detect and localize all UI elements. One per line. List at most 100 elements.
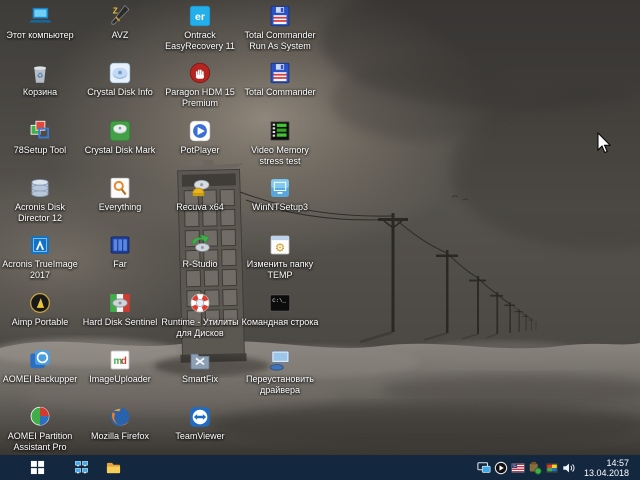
desktop-icon-label: Изменить папку TEMP — [240, 259, 320, 281]
tray-network-status[interactable] — [476, 460, 492, 476]
desktop-icon-label: Runtime - Утилиты для Дисков — [160, 317, 240, 339]
desktop-icon-label: 78Setup Tool — [0, 145, 80, 156]
desktop-icon-crystal-info[interactable]: Crystal Disk Info — [80, 60, 160, 98]
desktop-icon-floppy[interactable]: Total Commander Run As System — [240, 3, 320, 52]
network-computers-icon — [74, 460, 89, 475]
desktop-icon-paragon[interactable]: Paragon HDM 15 Premium — [160, 60, 240, 109]
aomei-pa-icon — [27, 404, 53, 430]
folder-icon — [106, 460, 121, 475]
desktop-icon-label: TeamViewer — [160, 431, 240, 442]
start-button[interactable] — [22, 455, 52, 480]
screen: Этот компьютер Корзина 78Setup Tool Acro… — [0, 0, 640, 480]
desktop-icon-imageuploader[interactable]: ImageUploader — [80, 347, 160, 385]
desktop-icon-label: Video Memory stress test — [240, 145, 320, 167]
far-icon — [107, 232, 133, 258]
this-pc-icon — [27, 3, 53, 29]
desktop-icon-smartfix[interactable]: SmartFix — [160, 347, 240, 385]
desktop-icon-label: Переустановить драйвера — [240, 374, 320, 396]
desktop-icon-film[interactable]: Video Memory stress test — [240, 118, 320, 167]
desktop-icon-far[interactable]: Far — [80, 232, 160, 270]
desktop-icon-label: AOMEI Partition Assistant Pro — [0, 431, 80, 453]
rstudio-icon — [187, 232, 213, 258]
desktop-icon-recycle-bin[interactable]: Корзина — [0, 60, 80, 98]
usb-device-icon — [528, 461, 542, 475]
crystal-mark-icon — [107, 118, 133, 144]
play-circle-icon — [494, 461, 508, 475]
desktop-icon-this-pc[interactable]: Этот компьютер — [0, 3, 80, 41]
teamviewer-icon — [187, 404, 213, 430]
desktop-icon-temp-gear[interactable]: Изменить папку TEMP — [240, 232, 320, 281]
desktop-icon-label: Корзина — [0, 87, 80, 98]
desktop-icon-aomei-pa[interactable]: AOMEI Partition Assistant Pro — [0, 404, 80, 453]
tray-display-icon — [477, 461, 491, 475]
desktop-icon-everything[interactable]: Everything — [80, 175, 160, 213]
desktop-icon-label: AOMEI Backupper — [0, 374, 80, 385]
desktop-icon-aimp[interactable]: Aimp Portable — [0, 290, 80, 328]
clock-time: 14:57 — [584, 458, 629, 468]
desktop-icon-easyrecovery[interactable]: Ontrack EasyRecovery 11 Enterprise — [160, 3, 240, 53]
aimp-icon — [27, 290, 53, 316]
desktop-icon-label: Acronis Disk Director 12 — [0, 202, 80, 224]
desktop-icon-crystal-mark[interactable]: Crystal Disk Mark — [80, 118, 160, 156]
easyrecovery-icon — [187, 3, 213, 29]
desktop-icon-drivers[interactable]: Переустановить драйвера — [240, 347, 320, 396]
desktop-icon-hdsentinel[interactable]: Hard Disk Sentinel — [80, 290, 160, 328]
acronis-ti-icon — [27, 232, 53, 258]
desktop-icon-label: Этот компьютер — [0, 30, 80, 41]
us-flag-icon — [511, 461, 525, 475]
desktop-icon-avz[interactable]: AVZ — [80, 3, 160, 41]
taskbar: 14:5713.04.2018 — [0, 455, 640, 480]
desktop-icon-setup-tool[interactable]: 78Setup Tool — [0, 118, 80, 156]
floppy-icon — [267, 60, 293, 86]
tray-media-player[interactable] — [493, 460, 509, 476]
desktop-icon-disk-stack[interactable]: Acronis Disk Director 12 — [0, 175, 80, 224]
smartfix-icon — [187, 347, 213, 373]
firefox-icon — [107, 404, 133, 430]
disk-stack-icon — [27, 175, 53, 201]
desktop-icon-label: Paragon HDM 15 Premium — [160, 87, 240, 109]
recuva-icon — [187, 175, 213, 201]
floppy-icon — [267, 3, 293, 29]
hdsentinel-icon — [107, 290, 133, 316]
desktop-icon-teamviewer[interactable]: TeamViewer — [160, 404, 240, 442]
tray-language-us[interactable] — [510, 460, 526, 476]
avz-icon — [107, 3, 133, 29]
desktop-icon-recuva[interactable]: Recuva x64 — [160, 175, 240, 213]
tray-usb-device[interactable] — [527, 460, 543, 476]
paragon-icon — [187, 60, 213, 86]
desktop-icon-label: Total Commander Run As System — [240, 30, 320, 52]
taskbar-clock[interactable]: 14:5713.04.2018 — [584, 458, 629, 478]
speaker-icon — [562, 461, 576, 475]
desktop-icon-lifering[interactable]: Runtime - Утилиты для Дисков — [160, 290, 240, 339]
imageuploader-icon — [107, 347, 133, 373]
desktop-icon-label: Hard Disk Sentinel — [80, 317, 160, 328]
clock-date: 13.04.2018 — [584, 468, 629, 478]
desktop-icon-label: R-Studio — [160, 259, 240, 270]
tray-volume[interactable] — [561, 460, 577, 476]
drivers-icon — [267, 347, 293, 373]
tray-color-profile[interactable] — [544, 460, 560, 476]
desktop-icon-potplayer[interactable]: PotPlayer — [160, 118, 240, 156]
desktop-icon-rstudio[interactable]: R-Studio — [160, 232, 240, 270]
desktop-icon-label: Far — [80, 259, 160, 270]
aomei-backupper-icon — [27, 347, 53, 373]
network-places-button[interactable] — [66, 455, 96, 480]
desktop-icon-cmd[interactable]: Командная строка — [240, 290, 320, 328]
potplayer-icon — [187, 118, 213, 144]
temp-gear-icon — [267, 232, 293, 258]
desktop-icon-label: Aimp Portable — [0, 317, 80, 328]
desktop-icon-aomei-backupper[interactable]: AOMEI Backupper — [0, 347, 80, 385]
desktop-icon-label: Ontrack EasyRecovery 11 Enterprise — [160, 30, 240, 53]
setup-tool-icon — [27, 118, 53, 144]
recycle-bin-icon — [27, 60, 53, 86]
desktop-icon-winntsetup[interactable]: WinNTSetup3 — [240, 175, 320, 213]
desktop-icon-firefox[interactable]: Mozilla Firefox — [80, 404, 160, 442]
winntsetup-icon — [267, 175, 293, 201]
desktop-icon-acronis-ti[interactable]: Acronis TrueImage 2017 — [0, 232, 80, 281]
desktop[interactable]: Этот компьютер Корзина 78Setup Tool Acro… — [0, 0, 640, 455]
desktop-icon-floppy[interactable]: Total Commander — [240, 60, 320, 98]
desktop-icon-label: Total Commander — [240, 87, 320, 98]
desktop-icon-label: Acronis TrueImage 2017 — [0, 259, 80, 281]
desktop-icon-label: ImageUploader — [80, 374, 160, 385]
file-explorer-button[interactable] — [98, 455, 128, 480]
